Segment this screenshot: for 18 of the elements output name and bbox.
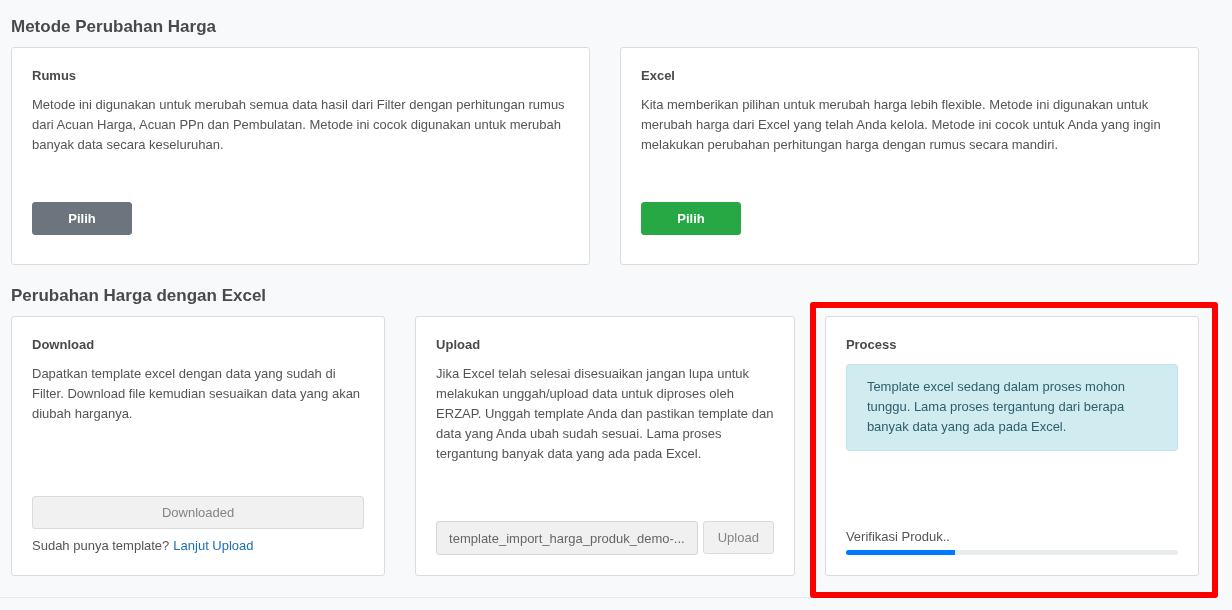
info-alert: Template excel sedang dalam proses mohon tunggu. Lama proses tergantung dari berapa banyak data yang ada pada Excel.: [845, 364, 1178, 451]
upload-link[interactable]: Lanjut Upload: [173, 537, 254, 555]
section-title: Metode Perubahan Harga: [11, 16, 217, 38]
card-description: Kita memberikan pilihan untuk merubah harga lebih flexible. Metode ini digunakan untuk merubah harga dari Excel yang telah Anda kelola. Metode ini cocok untuk Anda yang ingin melakukan perubahan perhitungan harga dengan rumus secara mandiri.: [641, 96, 1162, 154]
progress-label: Verifikasi Produk..: [845, 529, 951, 544]
card-description: Dapatkan template excel dengan data yang sudah di Filter. Download file kemudian sesuaikan data yang akan diubah harganya.: [32, 365, 362, 423]
card-title: Rumus: [32, 68, 78, 83]
choose-button[interactable]: Pilih: [641, 202, 741, 235]
card-description: Jika Excel telah selesai disesuaikan jangan lupa untuk melakukan unggah/upload data untuk diproses oleh ERZAP. Unggah template Anda dan pastikan template dan data yang Anda ubah sudah sesuai. Lama proses tergantung banyak data yang ada pada Excel.: [436, 365, 774, 463]
section-title: Perubahan Harga dengan Excel: [11, 285, 268, 307]
choose-button[interactable]: Pilih: [32, 202, 132, 235]
card-title: Upload: [436, 337, 482, 352]
card-title: Excel: [641, 68, 676, 83]
card-description: Metode ini digunakan untuk merubah semua data hasil dari Filter dengan perhitungan rumus dari Acuan Harga, Acuan PPn dan Pembulatan. Metode ini cocok digunakan untuk merubah banyak data secara keseluruhan.: [32, 96, 566, 154]
card-title: Process: [845, 337, 898, 352]
card-title: Download: [32, 337, 96, 352]
footer-text: Sudah punya template?: [32, 537, 170, 555]
file-field[interactable]: template_import_harga_produk_demo-...: [436, 521, 698, 555]
